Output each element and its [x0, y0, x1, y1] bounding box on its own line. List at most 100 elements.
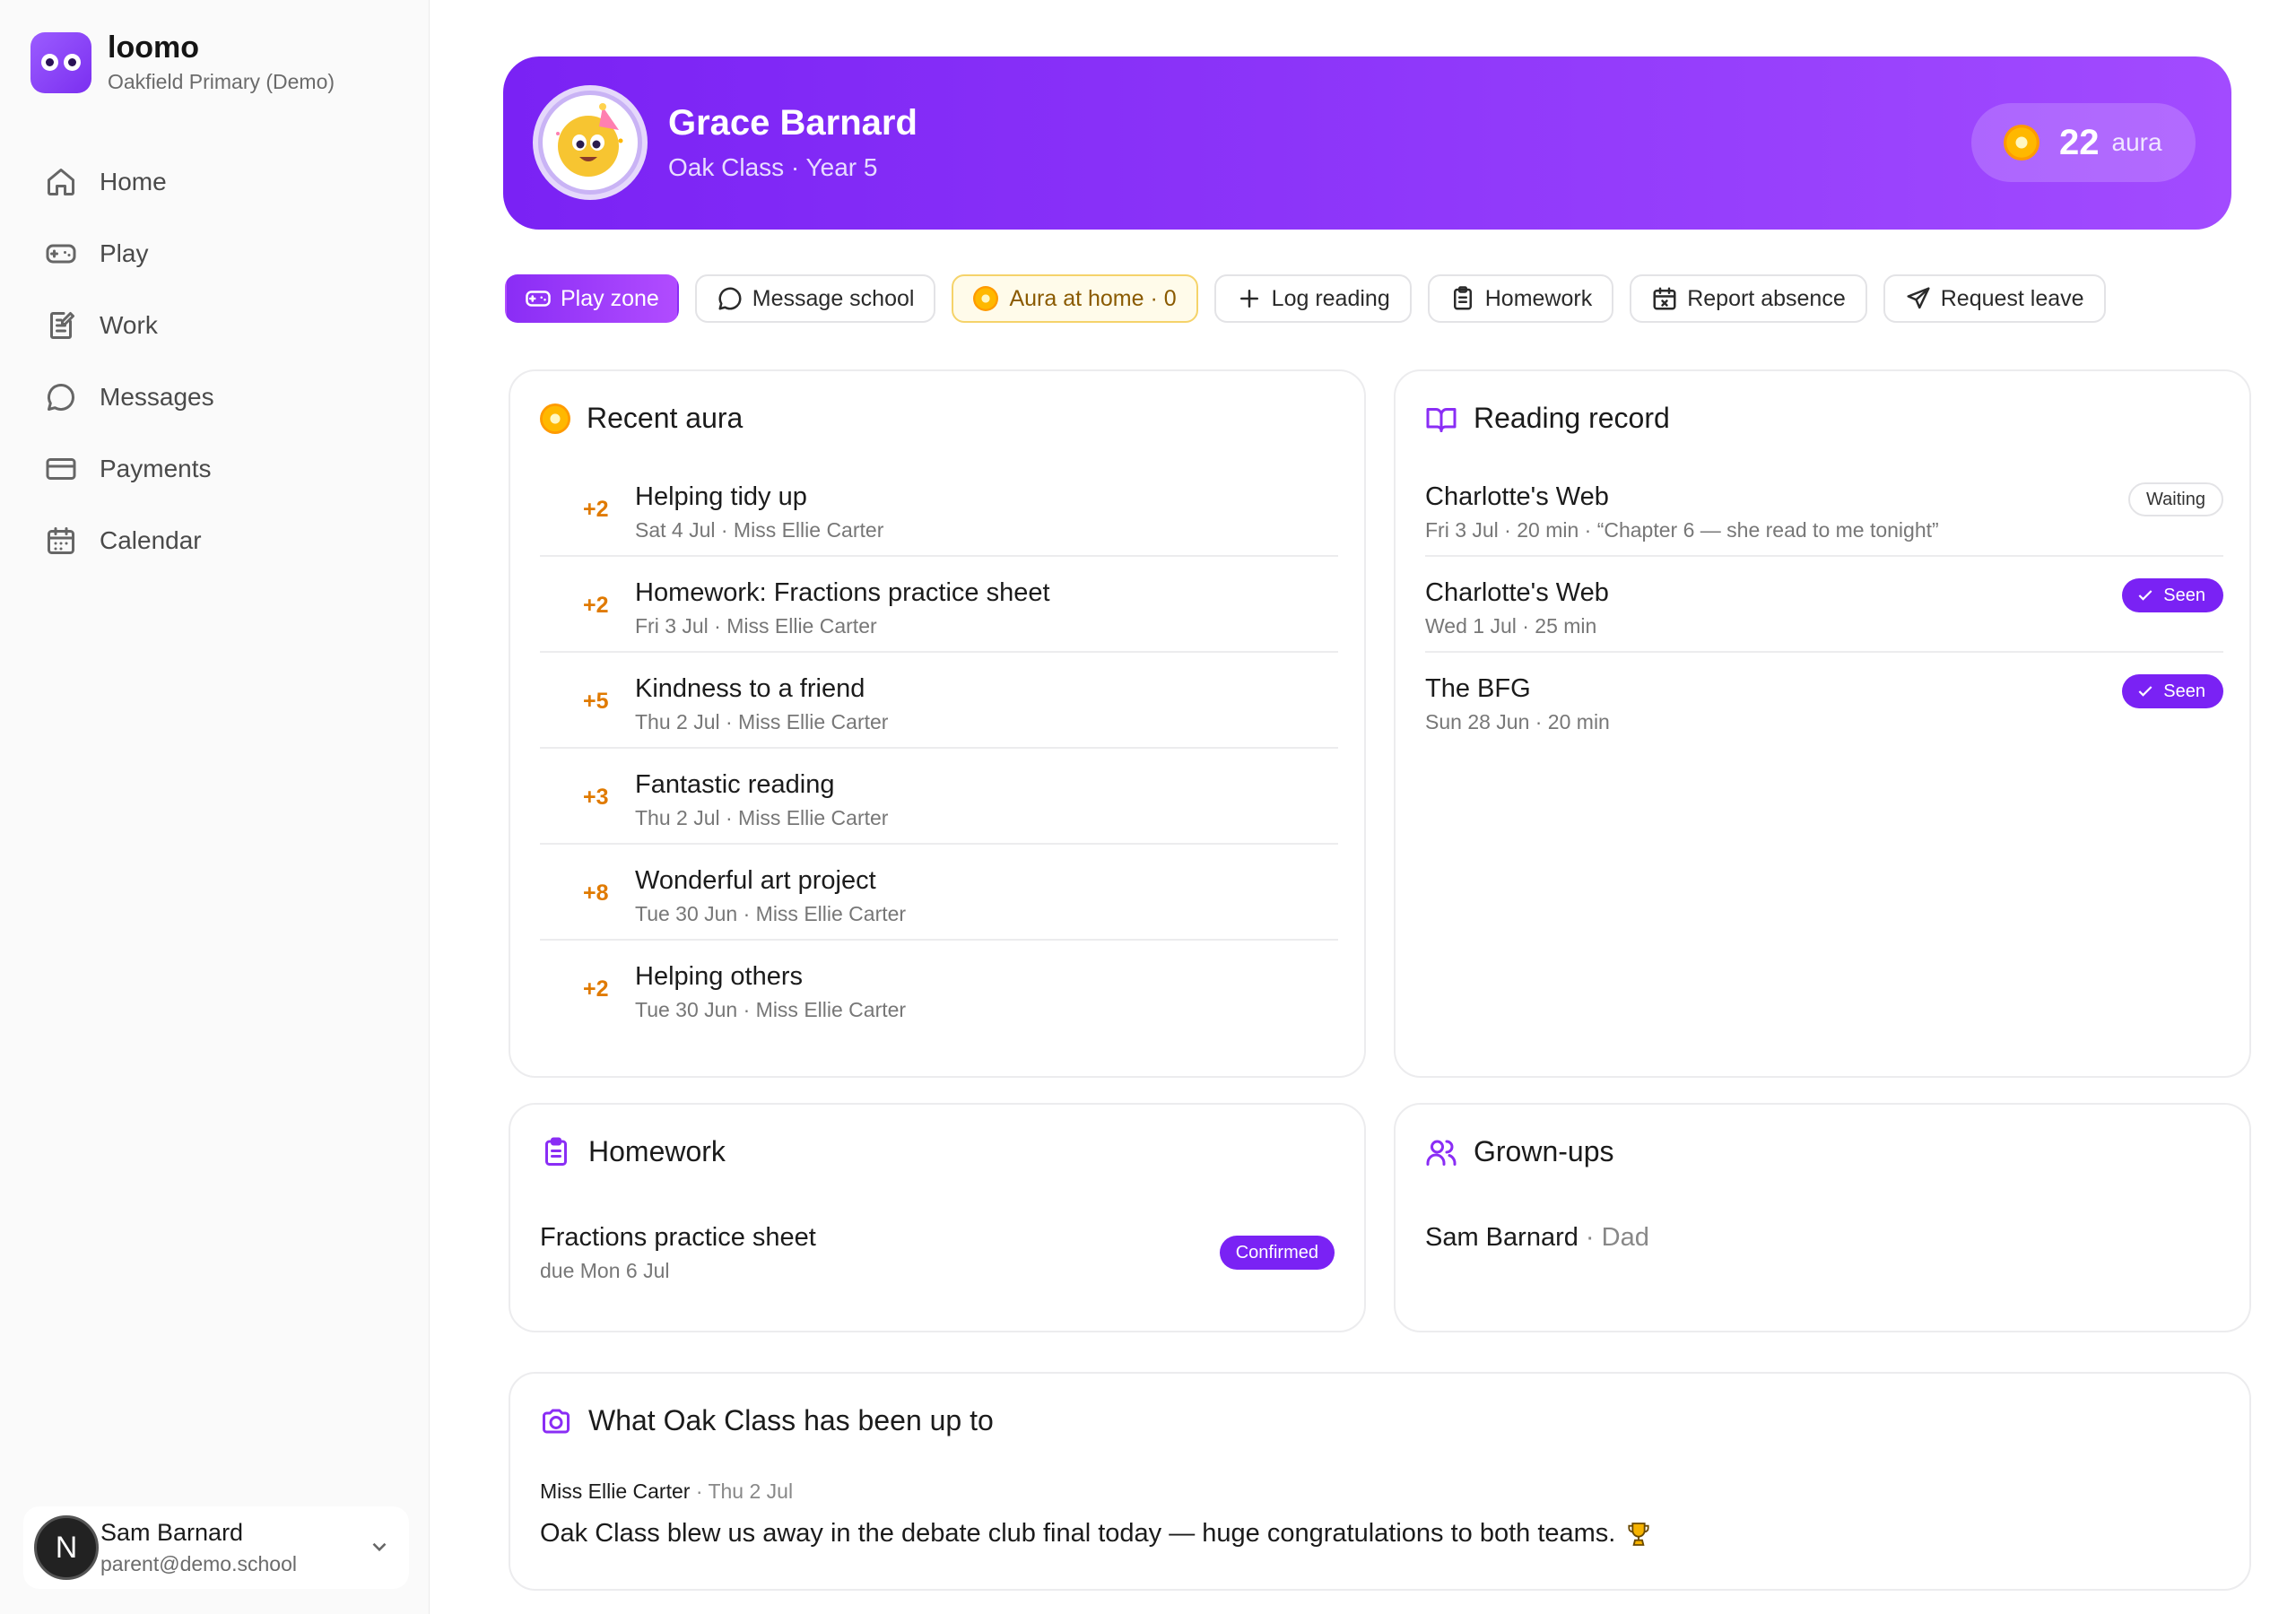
aura-meta: Sat 4 Jul · Miss Ellie Carter: [635, 518, 884, 542]
reading-meta: Wed 1 Jul · 25 min: [1425, 614, 1597, 638]
status-badge: Waiting: [2128, 482, 2223, 516]
sidebar-item-calendar[interactable]: Calendar: [30, 505, 407, 577]
aura-coin-icon: [973, 286, 999, 311]
aura-label: aura: [2111, 128, 2162, 156]
post-body: Oak Class blew us away in the debate clu…: [540, 1519, 1653, 1549]
sidebar-item-label: Home: [100, 168, 167, 195]
request-leave-button[interactable]: Request leave: [1883, 274, 2106, 323]
status-label: Waiting: [2146, 489, 2205, 509]
play-zone-button[interactable]: Play zone: [505, 274, 679, 323]
sidebar-item-work[interactable]: Work: [30, 290, 407, 361]
user-menu[interactable]: N Sam Barnard parent@demo.school: [23, 1506, 409, 1589]
student-name: Grace Barnard: [668, 103, 918, 143]
homework-card: Homework Fractions practice sheet due Mo…: [509, 1103, 1366, 1332]
homework-title: Fractions practice sheet: [540, 1223, 816, 1252]
student-class: Oak Class · Year 5: [668, 153, 878, 181]
loomo-logo-icon: [30, 31, 91, 93]
recent-aura-card: Recent aura +2 Helping tidy up Sat 4 Jul…: [509, 369, 1366, 1078]
sidebar-item-play[interactable]: Play: [30, 218, 407, 290]
card-title: Reading record: [1474, 402, 1670, 434]
card-title: Grown-ups: [1474, 1135, 1614, 1167]
users-icon: [1426, 1140, 1457, 1166]
gamepad-icon: [46, 244, 76, 264]
quick-actions: Play zone Message school Aura at home · …: [505, 274, 2106, 323]
homework-button[interactable]: Homework: [1427, 274, 1614, 323]
list-item[interactable]: Charlotte's Web Fri 3 Jul · 20 min · “Ch…: [1425, 461, 2223, 557]
home-icon: [48, 169, 74, 195]
grownups-card: Grown-ups Sam Barnard · Dad: [1394, 1103, 2251, 1332]
list-item[interactable]: +2 Helping tidy up Sat 4 Jul · Miss Elli…: [540, 461, 1338, 557]
aura-meta: Thu 2 Jul · Miss Ellie Carter: [635, 806, 889, 829]
aura-at-home-button[interactable]: Aura at home · 0: [952, 274, 1198, 323]
status-label: Seen: [2163, 681, 2205, 701]
aura-list: +2 Helping tidy up Sat 4 Jul · Miss Elli…: [540, 461, 1338, 1037]
sidebar-item-home[interactable]: Home: [30, 146, 407, 218]
report-absence-label: Report absence: [1687, 285, 1846, 311]
log-reading-label: Log reading: [1271, 285, 1390, 311]
list-item[interactable]: Charlotte's Web Wed 1 Jul · 25 min Seen: [1425, 557, 2223, 653]
reading-meta: Fri 3 Jul · 20 min · “Chapter 6 — she re…: [1425, 518, 1939, 542]
book-title: Charlotte's Web: [1425, 482, 1609, 511]
reading-list: Charlotte's Web Fri 3 Jul · 20 min · “Ch…: [1425, 461, 2223, 749]
grownup-relation: · Dad: [1585, 1223, 1649, 1252]
aura-points: +2: [583, 976, 609, 1002]
homework-label: Homework: [1484, 285, 1593, 311]
message-icon: [48, 384, 74, 411]
sidebar-item-messages[interactable]: Messages: [30, 361, 407, 433]
clipboard-icon: [545, 1137, 567, 1166]
list-item[interactable]: +3 Fantastic reading Thu 2 Jul · Miss El…: [540, 749, 1338, 845]
camera-icon: [543, 1409, 570, 1433]
aura-title: Kindness to a friend: [635, 674, 865, 703]
list-item[interactable]: +2 Homework: Fractions practice sheet Fr…: [540, 557, 1338, 653]
post-meta: Miss Ellie Carter · Thu 2 Jul: [540, 1480, 793, 1504]
work-icon: [50, 312, 74, 339]
play-zone-label: Play zone: [561, 285, 659, 311]
aura-points: +2: [583, 593, 609, 618]
sidebar-nav: Home Play Work Messages Payments Calenda…: [30, 146, 407, 577]
message-school-button[interactable]: Message school: [694, 274, 936, 323]
brand[interactable]: loomo Oakfield Primary (Demo): [30, 30, 335, 94]
smiley-party-icon: [556, 103, 623, 177]
list-item[interactable]: +2 Helping others Tue 30 Jun · Miss Elli…: [540, 941, 1338, 1037]
sidebar-item-payments[interactable]: Payments: [30, 433, 407, 505]
aura-meta: Thu 2 Jul · Miss Ellie Carter: [635, 710, 889, 733]
post-date: · Thu 2 Jul: [695, 1480, 794, 1503]
card-title: What Oak Class has been up to: [588, 1404, 994, 1436]
aura-title: Helping others: [635, 962, 803, 991]
chevron-down-icon[interactable]: [368, 1535, 391, 1558]
message-school-label: Message school: [752, 285, 915, 311]
aura-total: 22: [2059, 122, 2100, 162]
book-title: The BFG: [1425, 674, 1531, 703]
aura-total-pill: 22 aura: [1971, 103, 2196, 182]
aura-points: +2: [583, 497, 609, 522]
log-reading-button[interactable]: Log reading: [1213, 274, 1412, 323]
status-badge: Seen: [2122, 674, 2223, 708]
message-icon: [718, 287, 742, 310]
class-feed-card: What Oak Class has been up to Miss Ellie…: [509, 1372, 2251, 1591]
list-item[interactable]: +8 Wonderful art project Tue 30 Jun · Mi…: [540, 845, 1338, 941]
status-badge: Seen: [2122, 578, 2223, 612]
app-name: loomo: [108, 30, 199, 65]
sidebar-item-label: Work: [100, 311, 158, 339]
check-icon: [2138, 686, 2152, 697]
aura-title: Homework: Fractions practice sheet: [635, 578, 1050, 607]
plus-icon: [1239, 290, 1258, 308]
report-absence-button[interactable]: Report absence: [1630, 274, 1867, 323]
list-item[interactable]: The BFG Sun 28 Jun · 20 min Seen: [1425, 653, 2223, 749]
student-avatar: [533, 85, 648, 200]
homework-due: due Mon 6 Jul: [540, 1259, 670, 1282]
aura-points: +5: [583, 689, 609, 714]
card-title: Recent aura: [587, 402, 744, 434]
gamepad-icon: [526, 291, 551, 307]
list-item[interactable]: +5 Kindness to a friend Thu 2 Jul · Miss…: [540, 653, 1338, 749]
aura-points: +8: [583, 881, 609, 906]
grownup-item[interactable]: Sam Barnard · Dad: [1425, 1223, 1649, 1253]
reading-record-card: Reading record Charlotte's Web Fri 3 Jul…: [1394, 369, 2251, 1078]
plane-icon: [1907, 287, 1930, 309]
user-name: Sam Barnard: [100, 1519, 244, 1546]
sidebar-item-label: Payments: [100, 455, 212, 482]
user-email: parent@demo.school: [100, 1552, 297, 1575]
card-icon: [46, 458, 76, 480]
trophy-icon: [1628, 1522, 1649, 1546]
student-hero: Grace Barnard Oak Class · Year 5 22 aura: [503, 56, 2231, 230]
